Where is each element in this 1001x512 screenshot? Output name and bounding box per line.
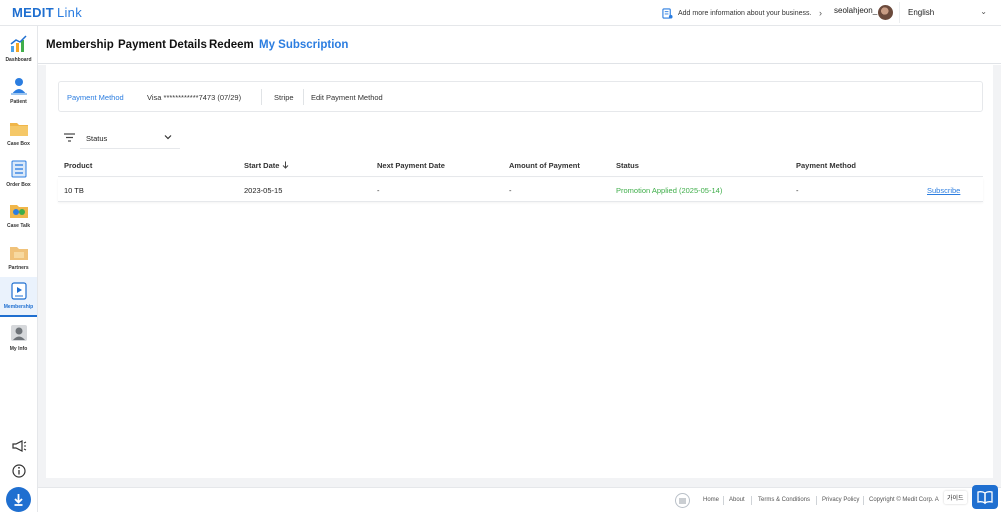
cell-status: Promotion Applied (2025-05-14)	[616, 186, 723, 195]
sidebar-item-label: Case Talk	[7, 223, 30, 229]
column-header-payment-method: Payment Method	[796, 161, 857, 170]
cell-product: 10 TB	[64, 186, 84, 195]
medit-footer-logo-icon	[675, 493, 690, 508]
cell-amount: -	[509, 186, 512, 195]
sidebar-item-partners[interactable]: Partners	[0, 238, 37, 278]
sidebar-item-label: Membership	[3, 304, 34, 310]
language-select[interactable]: English ⌄	[899, 2, 995, 23]
sidebar-item-my-info[interactable]: My Info	[0, 319, 37, 359]
table-row: 10 TB 2023-05-15 - - Promotion Applied (…	[58, 178, 983, 202]
download-button[interactable]	[6, 487, 31, 512]
column-header-next-payment-date: Next Payment Date	[377, 161, 445, 170]
table-header: Product Start Date Next Payment Date Amo…	[58, 153, 983, 177]
business-info-banner[interactable]: Add more information about your business…	[662, 3, 826, 23]
membership-icon	[11, 282, 27, 300]
sidebar-item-label: Order Box	[6, 182, 31, 188]
tab-my-subscription[interactable]: My Subscription	[259, 39, 348, 51]
chevron-down-icon: ⌄	[980, 7, 987, 16]
cell-payment-method: -	[796, 186, 799, 195]
top-bar: MEDIT Link Add more information about you…	[0, 0, 1001, 26]
sidebar-item-label: Case Box	[7, 141, 30, 147]
sidebar: Dashboard Patient Case Box Order Box Cas…	[0, 26, 38, 512]
edit-payment-method-button[interactable]: Edit Payment Method	[311, 93, 383, 102]
sidebar-item-case-talk[interactable]: Case Talk	[0, 196, 37, 236]
filter-icon[interactable]	[64, 133, 75, 142]
footer-link-home[interactable]: Home	[703, 497, 719, 503]
sidebar-item-label: Partners	[8, 265, 29, 271]
username[interactable]: seolahjeon_	[834, 6, 877, 15]
megaphone-icon[interactable]	[11, 438, 27, 454]
case-talk-icon	[10, 205, 28, 218]
payment-method-box: Payment Method Visa ************7473 (07…	[58, 81, 983, 112]
cell-next-payment-date: -	[377, 186, 380, 195]
info-icon[interactable]	[11, 463, 27, 479]
cell-start-date: 2023-05-15	[244, 186, 283, 195]
order-box-list-icon	[11, 160, 27, 178]
guide-badge[interactable]: 가이드	[944, 491, 967, 504]
language-value: English	[908, 8, 935, 17]
dashboard-chart-icon	[10, 35, 27, 52]
tab-payment-details[interactable]: Payment Details	[118, 39, 207, 51]
sidebar-item-label: My Info	[9, 346, 28, 352]
divider	[863, 496, 864, 505]
column-header-amount-of-payment: Amount of Payment	[509, 161, 580, 170]
logo-suffix: Link	[56, 5, 83, 20]
divider	[751, 496, 752, 505]
status-filter-select[interactable]: Status	[80, 128, 180, 149]
sidebar-item-case-box[interactable]: Case Box	[0, 114, 37, 154]
logo-brand: MEDIT	[12, 5, 54, 20]
footer: Home About Terms & Conditions Privacy Po…	[38, 487, 1001, 512]
footer-link-about[interactable]: About	[729, 497, 745, 503]
business-doc-icon	[662, 7, 673, 19]
main-content: Payment Method Visa ************7473 (07…	[38, 65, 1001, 487]
payment-card-info: Visa ************7473 (07/29)	[147, 93, 242, 102]
payment-method-label: Payment Method	[67, 93, 124, 102]
footer-link-terms[interactable]: Terms & Conditions	[758, 497, 810, 503]
footer-link-privacy[interactable]: Privacy Policy	[822, 497, 859, 503]
sidebar-item-label: Patient	[10, 99, 27, 105]
chevron-right-icon: ›	[819, 8, 822, 18]
chevron-down-icon	[164, 135, 172, 140]
status-filter-value: Status	[86, 134, 108, 143]
membership-tabs: Membership Payment Details Redeem My Sub…	[38, 26, 1001, 64]
column-header-start-date[interactable]: Start Date	[244, 161, 279, 170]
subscribe-link[interactable]: Subscribe	[927, 186, 960, 195]
avatar[interactable]	[878, 5, 893, 20]
column-header-product: Product	[64, 161, 93, 170]
divider	[816, 496, 817, 505]
tab-redeem[interactable]: Redeem	[209, 39, 254, 51]
case-box-folder-icon	[10, 123, 28, 136]
download-icon	[14, 494, 23, 506]
medit-link-logo[interactable]: MEDIT Link	[12, 5, 82, 20]
business-banner-text: Add more information about your business…	[678, 9, 812, 17]
sidebar-item-order-box[interactable]: Order Box	[0, 155, 37, 195]
subscription-card: Payment Method Visa ************7473 (07…	[46, 65, 993, 478]
patient-icon	[11, 78, 27, 95]
divider	[261, 89, 262, 105]
footer-logo-mark	[679, 498, 686, 504]
payment-provider: Stripe	[274, 93, 294, 102]
column-header-status: Status	[616, 161, 639, 170]
my-info-icon	[11, 325, 27, 341]
divider	[303, 89, 304, 105]
footer-copyright: Copyright © Medit Corp. A	[869, 497, 939, 503]
divider	[723, 496, 724, 505]
sort-arrow-down-icon[interactable]	[282, 161, 289, 169]
sidebar-item-patient[interactable]: Patient	[0, 72, 37, 112]
guide-book-button[interactable]	[972, 485, 998, 509]
sidebar-item-dashboard[interactable]: Dashboard	[0, 30, 37, 70]
sidebar-item-label: Dashboard	[5, 57, 32, 63]
sidebar-item-membership[interactable]: Membership	[0, 277, 37, 317]
book-icon	[977, 491, 993, 505]
partners-icon	[10, 247, 28, 260]
tab-membership[interactable]: Membership	[46, 39, 114, 51]
